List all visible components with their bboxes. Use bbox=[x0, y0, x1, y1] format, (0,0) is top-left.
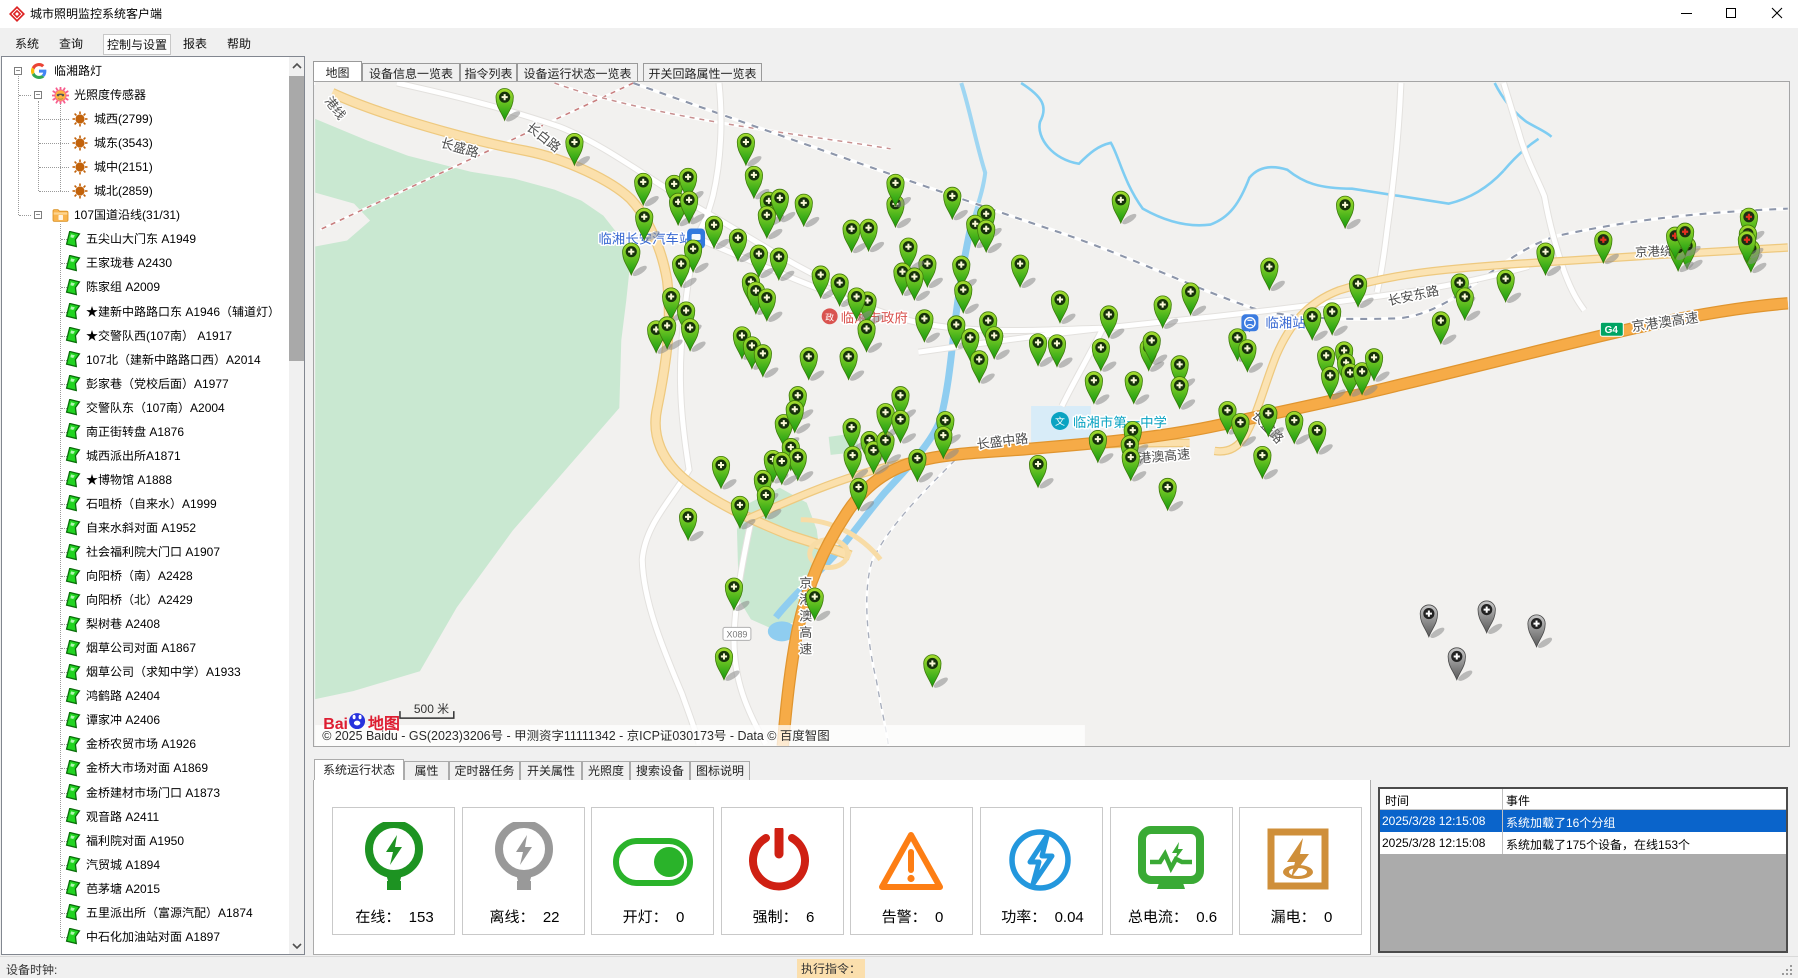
svg-text:高: 高 bbox=[799, 625, 812, 640]
svg-text:政: 政 bbox=[825, 312, 834, 322]
svg-text:京: 京 bbox=[799, 575, 812, 590]
svg-text:临湘市第一中学: 临湘市第一中学 bbox=[1073, 415, 1167, 430]
svg-text:X089: X089 bbox=[726, 629, 747, 639]
svg-text:G4: G4 bbox=[1605, 325, 1619, 336]
svg-text:500 米: 500 米 bbox=[414, 702, 449, 716]
svg-text:地图: 地图 bbox=[368, 715, 400, 733]
svg-text:临湘站: 临湘站 bbox=[1265, 315, 1305, 330]
svg-text:文: 文 bbox=[1055, 416, 1065, 428]
svg-text:Bai: Bai bbox=[323, 716, 348, 733]
svg-text:京港绕: 京港绕 bbox=[1635, 244, 1673, 259]
svg-text:速: 速 bbox=[799, 641, 812, 656]
